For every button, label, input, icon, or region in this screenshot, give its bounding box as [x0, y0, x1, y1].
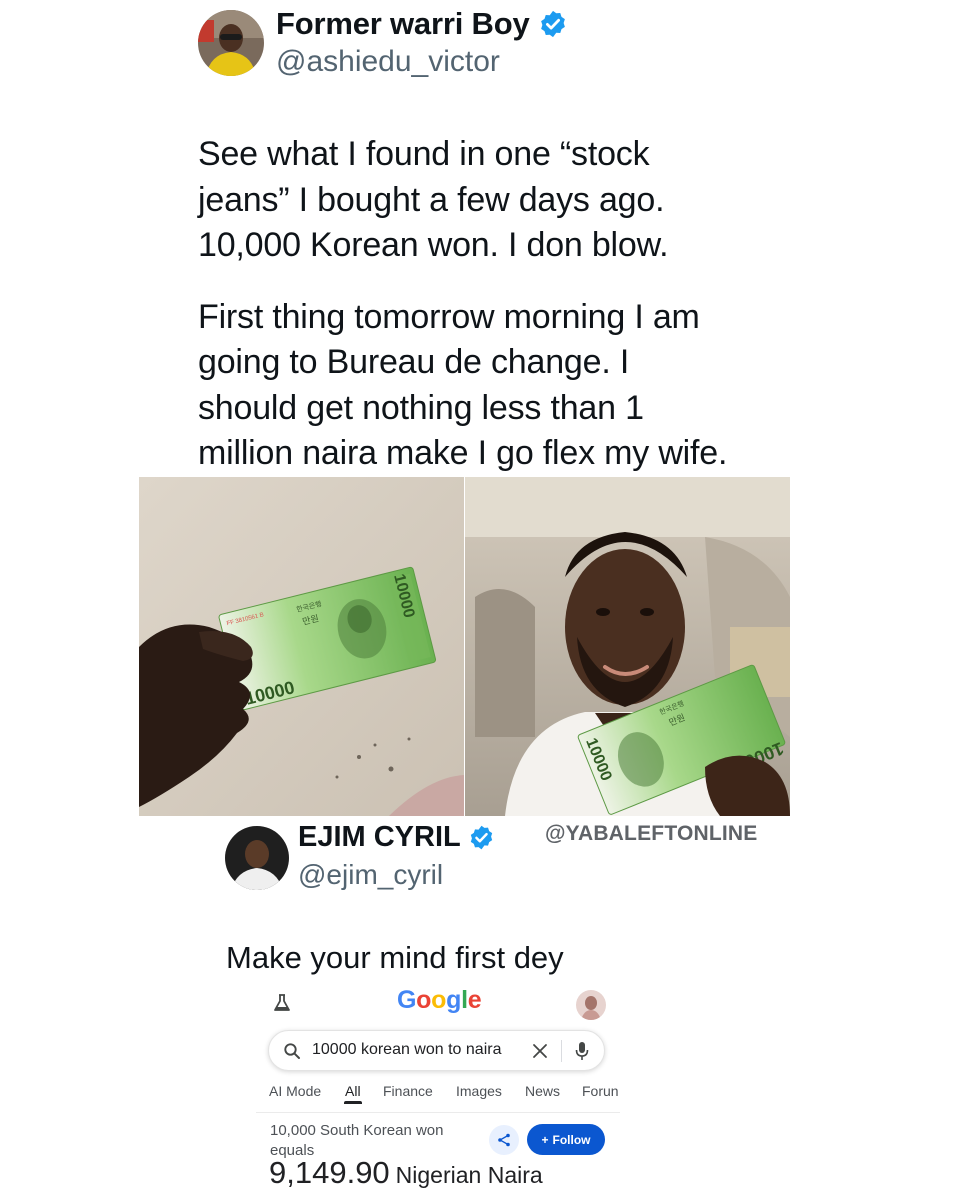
clear-icon[interactable]: [531, 1042, 549, 1060]
google-search-bar[interactable]: [268, 1030, 605, 1071]
conversion-unit: Nigerian Naira: [395, 1162, 543, 1188]
tweet-photo-banknote[interactable]: 10000 FF 3810561 B 한국은행 만원 10000: [139, 477, 464, 816]
reply-author-handle[interactable]: @ejim_cyril: [298, 859, 443, 891]
google-logo[interactable]: Google: [397, 986, 482, 1015]
google-logo-letter: o: [431, 986, 447, 1014]
tweet-paragraph: First thing tomorrow morning I am going …: [198, 297, 728, 473]
author-avatar[interactable]: [198, 10, 264, 76]
share-icon: [498, 1133, 510, 1147]
author-name[interactable]: Former warri Boy: [276, 6, 568, 42]
google-logo-letter: l: [461, 986, 468, 1014]
verified-badge-icon: [470, 825, 492, 850]
tab-news[interactable]: News: [525, 1083, 560, 1099]
google-logo-letter: g: [446, 986, 462, 1014]
labs-flask-icon[interactable]: [272, 993, 292, 1013]
google-logo-letter: o: [416, 986, 432, 1014]
search-input[interactable]: [312, 1041, 512, 1059]
tab-images[interactable]: Images: [456, 1083, 502, 1099]
reply-author-name-text[interactable]: EJIM CYRIL: [298, 821, 461, 854]
tweet-photo-selfie[interactable]: 10000 10000 한국은행 만원: [465, 477, 790, 816]
follow-button[interactable]: + Follow: [527, 1124, 605, 1155]
tweet-paragraph: See what I found in one “stock jeans” I …: [198, 135, 669, 264]
author-handle[interactable]: @ashiedu_victor: [276, 45, 500, 79]
share-button[interactable]: [489, 1125, 519, 1155]
conversion-value: 9,149.90: [269, 1155, 390, 1190]
google-tabs: AI Mode All Finance Images News Forun: [256, 1080, 620, 1113]
search-icon[interactable]: [283, 1042, 301, 1060]
tab-all[interactable]: All: [345, 1083, 361, 1099]
reply-author-name[interactable]: EJIM CYRIL: [298, 821, 495, 854]
follow-label: Follow: [552, 1132, 591, 1147]
microphone-icon[interactable]: [575, 1041, 589, 1061]
follow-plus: +: [541, 1132, 549, 1147]
tab-forums[interactable]: Forun: [582, 1083, 619, 1099]
watermark: @YABALEFTONLINE: [545, 822, 758, 845]
tab-ai-mode[interactable]: AI Mode: [269, 1083, 321, 1099]
tab-finance[interactable]: Finance: [383, 1083, 433, 1099]
tweet-text: See what I found in one “stock jeans” I …: [198, 132, 758, 477]
reply-text: Make your mind first dey: [226, 940, 564, 975]
author-name-text[interactable]: Former warri Boy: [276, 6, 530, 42]
active-tab-indicator: [344, 1101, 362, 1104]
search-divider: [561, 1040, 562, 1062]
reply-author-avatar[interactable]: [225, 826, 289, 890]
google-logo-letter: G: [397, 986, 417, 1014]
conversion-result: 9,149.90 Nigerian Naira: [269, 1155, 543, 1191]
verified-badge-icon: [540, 10, 565, 38]
google-account-avatar[interactable]: [576, 990, 606, 1020]
google-logo-letter: e: [467, 986, 482, 1014]
